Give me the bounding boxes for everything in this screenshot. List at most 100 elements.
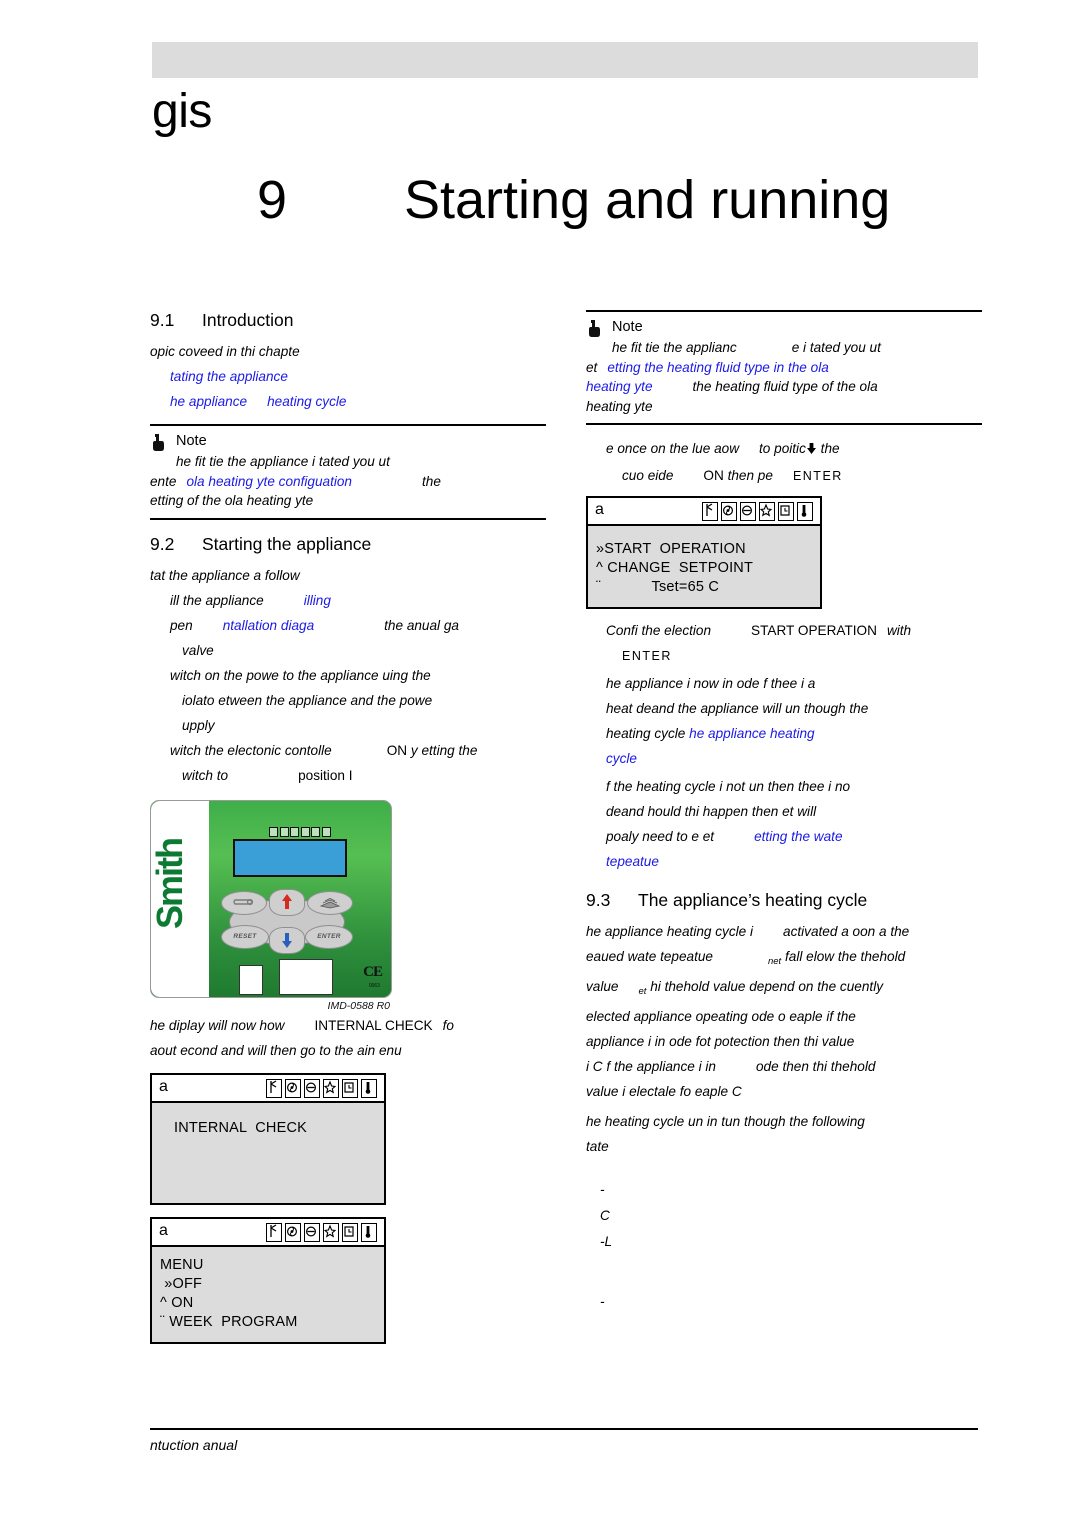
down-arrow-inline-icon bbox=[806, 441, 817, 461]
para2-l4-link[interactable]: cycle bbox=[606, 751, 637, 766]
reset-key[interactable]: RESET bbox=[221, 924, 269, 949]
lcd2-tag: a bbox=[159, 1221, 168, 1239]
right-column: Note he fit tie the applianc e i tated yo… bbox=[586, 310, 982, 1315]
s93-l2-subscript: net bbox=[767, 956, 782, 967]
clock-icon bbox=[342, 1222, 358, 1242]
up-arrow-icon bbox=[282, 894, 292, 909]
s91-bullet-1-link[interactable]: tating the appliance bbox=[170, 369, 288, 384]
menu-book-key[interactable] bbox=[307, 890, 353, 915]
para2-line-2: heat deand the appliance will un though … bbox=[606, 701, 869, 716]
note-right-l3-b: the heating fluid type of the ola bbox=[692, 379, 878, 394]
clock-icon bbox=[778, 502, 794, 521]
para3-line-3: poaly need to e et etting the wate bbox=[606, 827, 982, 847]
lcd3-line-2[interactable]: ^ CHANGE SETPOINT bbox=[596, 559, 812, 578]
burner-icon bbox=[266, 1222, 282, 1242]
s92-step1-link[interactable]: illing bbox=[304, 593, 331, 608]
s93-l2-a: eaued wate tepeatue bbox=[586, 949, 713, 964]
para3-l4-link[interactable]: tepeatue bbox=[606, 854, 659, 869]
lcd2-header: a bbox=[152, 1218, 384, 1247]
blue-step-l1-a: e once on the lue aow bbox=[606, 441, 740, 456]
s93-line-6: i C f the appliance i in ode then thi the… bbox=[586, 1057, 982, 1077]
s91-bullet-2-link-a[interactable]: he appliance bbox=[170, 394, 247, 409]
lcd2-line-3[interactable]: ^ ON bbox=[160, 1294, 376, 1313]
blue-step-l2-b: then pe bbox=[727, 468, 773, 483]
brand-word: gis bbox=[152, 85, 212, 138]
s92-step-3-l3: upply bbox=[182, 717, 215, 733]
note-right-l2-a: et bbox=[586, 359, 598, 375]
after-figure-l1-post: fo bbox=[442, 1017, 454, 1033]
panel-status-icon-5 bbox=[311, 826, 320, 837]
note-right-l1-a: he fit tie the applianc bbox=[612, 340, 737, 355]
lcd-display-internal-check: a INTERNAL CHECK bbox=[150, 1072, 386, 1205]
panel-small-button[interactable] bbox=[239, 964, 263, 995]
after-figure-line-1: he diplay will now how INTERNAL CHECK fo bbox=[150, 1016, 546, 1036]
para3-line-1: f the heating cycle i not un then thee i… bbox=[606, 779, 851, 794]
chapter-title: Starting and running bbox=[404, 170, 891, 230]
enter-key[interactable]: ENTER bbox=[305, 924, 353, 949]
confirm-l1-b: with bbox=[886, 623, 912, 638]
note-right-line-2: et etting the heating fluid type in the o… bbox=[586, 358, 982, 378]
section-title-9-2: Starting the appliance bbox=[202, 533, 372, 554]
blue-step-l2-a: cuo eide bbox=[622, 468, 674, 483]
para3-l3-link[interactable]: etting the wate bbox=[754, 829, 842, 844]
lcd2-line-2[interactable]: »OFF bbox=[160, 1275, 376, 1294]
panel-status-icon-6 bbox=[321, 826, 331, 837]
panel-lcd-screen bbox=[233, 838, 347, 877]
thermometer-icon bbox=[797, 502, 813, 521]
lcd3-icon-strip bbox=[702, 502, 813, 521]
lcd2-line-4[interactable]: ¨ WEEK PROGRAM bbox=[160, 1313, 376, 1332]
control-panel-body: Smith RESET ENTER CE 0063 bbox=[150, 799, 392, 998]
s93-line-4: elected appliance opeating ode o eaple i… bbox=[586, 1009, 856, 1024]
para2-line-1: he appliance i now in ode f thee i a bbox=[606, 676, 816, 691]
para3-line-4: tepeatue bbox=[606, 852, 982, 872]
panel-status-icon-4 bbox=[300, 826, 310, 837]
panel-large-button[interactable] bbox=[279, 958, 333, 995]
confirm-line-2: ENTER bbox=[622, 646, 982, 666]
s93-line-1: he appliance heating cycle i activated a … bbox=[586, 922, 982, 942]
s93-line-2: eaued wate tepeatue net fall elow the the… bbox=[586, 947, 982, 972]
para2-l3-a: heating cycle bbox=[606, 726, 686, 741]
s92-step4-l2-text: witch to bbox=[182, 767, 229, 783]
s91-bullet-2: he appliance heating cycle bbox=[170, 392, 546, 412]
note-line2-link[interactable]: ola heating yte configuation bbox=[186, 474, 352, 489]
after-figure-line-2: aout econd and will then go to the ain e… bbox=[150, 1042, 402, 1058]
s92-step4-on: ON bbox=[386, 742, 408, 758]
note-right-l1-b: e i tated you ut bbox=[791, 340, 881, 355]
para2-l3-link[interactable]: he appliance heating bbox=[689, 726, 814, 741]
enter-key-label: ENTER bbox=[317, 933, 341, 940]
up-arrow-key[interactable] bbox=[269, 888, 305, 916]
left-column: 9.1 Introduction opic coveed in thi chap… bbox=[150, 310, 546, 1356]
s91-bullet-2-link-b[interactable]: heating cycle bbox=[267, 394, 346, 409]
lcd2-line-1: MENU bbox=[160, 1256, 204, 1273]
header-gray-bar bbox=[152, 42, 978, 78]
s93-l3-b: hi thehold value depend on the cuently bbox=[650, 979, 884, 994]
para2-line-3: heating cycle he appliance heating bbox=[606, 724, 982, 744]
s92-step4-text: witch the electonic contolle bbox=[170, 742, 332, 758]
chapter-number: 9 bbox=[257, 170, 288, 230]
s92-step1-text: ill the appliance bbox=[170, 592, 264, 608]
lcd3-line-3[interactable]: ¨ Tset=65 C bbox=[596, 578, 812, 597]
confirm-l1-a: Confi the election bbox=[606, 623, 712, 638]
lcd3-line-1[interactable]: »START OPERATION bbox=[596, 540, 812, 559]
state-list-item-3: -L bbox=[600, 1234, 613, 1249]
panel-status-icon-2 bbox=[279, 826, 289, 837]
panel-status-icon-row bbox=[269, 826, 331, 837]
s93-line-7: value i electale fo eaple C bbox=[586, 1084, 742, 1099]
lcd1-tag: a bbox=[159, 1077, 168, 1095]
note-right-l2-link[interactable]: etting the heating fluid type in the ola bbox=[607, 360, 828, 375]
note-line2-post: the bbox=[421, 473, 441, 489]
wrench-icon bbox=[233, 898, 254, 906]
down-arrow-key[interactable] bbox=[269, 926, 305, 954]
lcd1-icon-strip bbox=[266, 1078, 377, 1098]
blue-arrow-step-l1: e once on the lue aow to poitic the bbox=[606, 439, 982, 461]
figure-caption: IMD-0588 R0 bbox=[327, 999, 390, 1012]
note-right-l3-link[interactable]: heating yte bbox=[586, 379, 653, 394]
lcd2-icon-strip bbox=[266, 1222, 377, 1242]
s92-step2-link[interactable]: ntallation diaga bbox=[223, 618, 314, 633]
section-number-9-1: 9.1 bbox=[150, 310, 175, 330]
section-title-9-3: The appliance’s heating cycle bbox=[638, 890, 868, 910]
blue-step-l1-b: to poitic bbox=[759, 441, 806, 456]
service-wrench-key[interactable] bbox=[221, 890, 267, 915]
s93-l2-b: fall elow the thehold bbox=[784, 949, 906, 964]
after-figure-l1-pre: he diplay will now how bbox=[150, 1017, 285, 1033]
